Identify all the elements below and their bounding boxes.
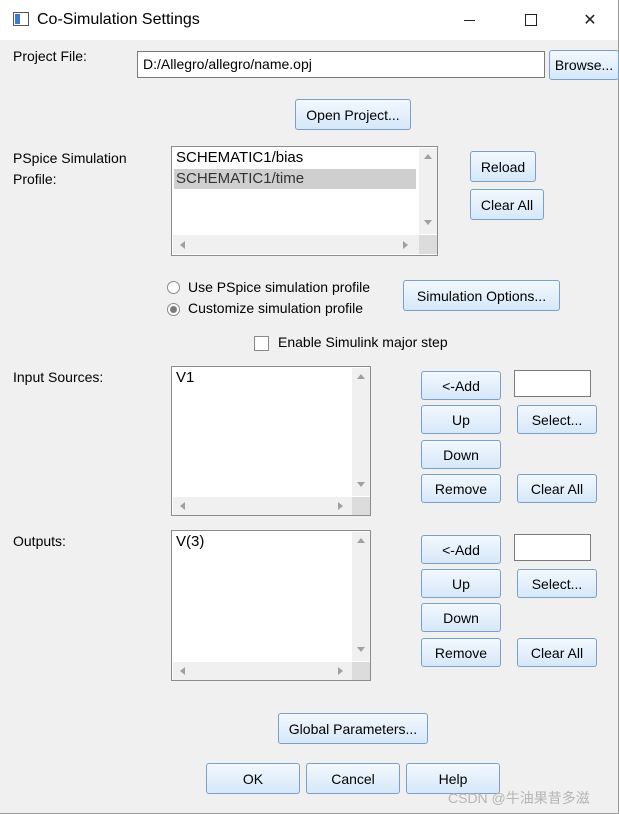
profile-vertical-scrollbar[interactable] xyxy=(419,148,437,234)
app-window-icon xyxy=(13,12,29,26)
input-sources-label: Input Sources: xyxy=(13,369,104,385)
maximize-icon xyxy=(525,14,537,26)
co-simulation-settings-dialog: Co-Simulation Settings ✕ Project File: D… xyxy=(0,0,619,814)
input-remove-button[interactable]: Remove xyxy=(421,474,501,503)
reload-button[interactable]: Reload xyxy=(470,151,536,182)
close-button[interactable]: ✕ xyxy=(570,6,610,34)
minimize-button[interactable] xyxy=(449,6,489,34)
scroll-right-icon[interactable] xyxy=(338,667,343,675)
open-project-button[interactable]: Open Project... xyxy=(295,99,411,130)
maximize-button[interactable] xyxy=(511,6,551,34)
scroll-left-icon[interactable] xyxy=(180,502,185,510)
output-item[interactable]: V(3) xyxy=(174,532,326,552)
enable-simulink-major-step-label: Enable Simulink major step xyxy=(278,334,448,350)
project-file-input[interactable]: D:/Allegro/allegro/name.opj xyxy=(137,51,545,78)
scroll-right-icon[interactable] xyxy=(403,241,408,249)
profile-label-line2: Profile: xyxy=(13,171,57,187)
ok-button[interactable]: OK xyxy=(206,763,300,794)
browse-button[interactable]: Browse... xyxy=(549,50,619,80)
output-select-button[interactable]: Select... xyxy=(517,569,597,598)
scroll-down-icon[interactable] xyxy=(424,220,432,225)
outputs-horizontal-scrollbar[interactable] xyxy=(173,662,352,680)
global-parameters-button[interactable]: Global Parameters... xyxy=(278,713,428,744)
output-clear-all-button[interactable]: Clear All xyxy=(517,638,597,667)
input-sources-horizontal-scrollbar[interactable] xyxy=(173,497,352,515)
profile-clear-all-button[interactable]: Clear All xyxy=(470,189,544,220)
enable-simulink-major-step-checkbox[interactable] xyxy=(254,336,269,351)
window-title: Co-Simulation Settings xyxy=(37,11,200,28)
output-remove-button[interactable]: Remove xyxy=(421,638,501,667)
scrollbar-corner xyxy=(419,235,437,254)
scroll-right-icon[interactable] xyxy=(338,502,343,510)
minimize-icon xyxy=(463,19,475,21)
output-up-button[interactable]: Up xyxy=(421,569,501,598)
close-icon: ✕ xyxy=(583,12,597,29)
scroll-left-icon[interactable] xyxy=(180,241,185,249)
scroll-left-icon[interactable] xyxy=(180,667,185,675)
input-clear-all-button[interactable]: Clear All xyxy=(517,474,597,503)
scroll-up-icon[interactable] xyxy=(357,374,365,379)
output-add-button[interactable]: <-Add xyxy=(421,535,501,564)
outputs-label: Outputs: xyxy=(13,533,66,549)
scrollbar-corner xyxy=(352,662,370,680)
outputs-listbox[interactable]: V(3) xyxy=(171,530,371,681)
input-add-button[interactable]: <-Add xyxy=(421,371,501,400)
use-pspice-profile-label: Use PSpice simulation profile xyxy=(188,279,371,295)
simulation-options-button[interactable]: Simulation Options... xyxy=(403,280,560,311)
input-select-button[interactable]: Select... xyxy=(517,405,597,434)
profile-label-line1: PSpice Simulation xyxy=(13,150,127,166)
profile-listbox[interactable]: SCHEMATIC1/bias SCHEMATIC1/time xyxy=(171,146,438,256)
customize-profile-label: Customize simulation profile xyxy=(188,300,364,316)
scroll-down-icon[interactable] xyxy=(357,647,365,652)
use-pspice-profile-radio[interactable] xyxy=(167,281,180,294)
input-down-button[interactable]: Down xyxy=(421,440,501,469)
title-bar: Co-Simulation Settings ✕ xyxy=(0,0,618,40)
outputs-vertical-scrollbar[interactable] xyxy=(352,532,370,661)
scrollbar-corner xyxy=(352,497,370,515)
cancel-button[interactable]: Cancel xyxy=(306,763,400,794)
scroll-up-icon[interactable] xyxy=(357,538,365,543)
input-source-item[interactable]: V1 xyxy=(174,368,326,388)
project-file-label: Project File: xyxy=(13,48,87,64)
watermark: CSDN @牛油果昔多滋 xyxy=(448,790,590,806)
profile-horizontal-scrollbar[interactable] xyxy=(173,235,419,254)
input-sources-vertical-scrollbar[interactable] xyxy=(352,368,370,496)
input-source-entry[interactable] xyxy=(514,370,591,397)
output-down-button[interactable]: Down xyxy=(421,603,501,632)
scroll-down-icon[interactable] xyxy=(357,482,365,487)
profile-list-item[interactable]: SCHEMATIC1/bias xyxy=(174,148,416,168)
profile-list-item-selected[interactable]: SCHEMATIC1/time xyxy=(174,169,416,189)
output-entry[interactable] xyxy=(514,534,591,561)
customize-profile-radio[interactable] xyxy=(167,303,180,316)
input-sources-listbox[interactable]: V1 xyxy=(171,366,371,516)
input-up-button[interactable]: Up xyxy=(421,405,501,434)
scroll-up-icon[interactable] xyxy=(424,154,432,159)
